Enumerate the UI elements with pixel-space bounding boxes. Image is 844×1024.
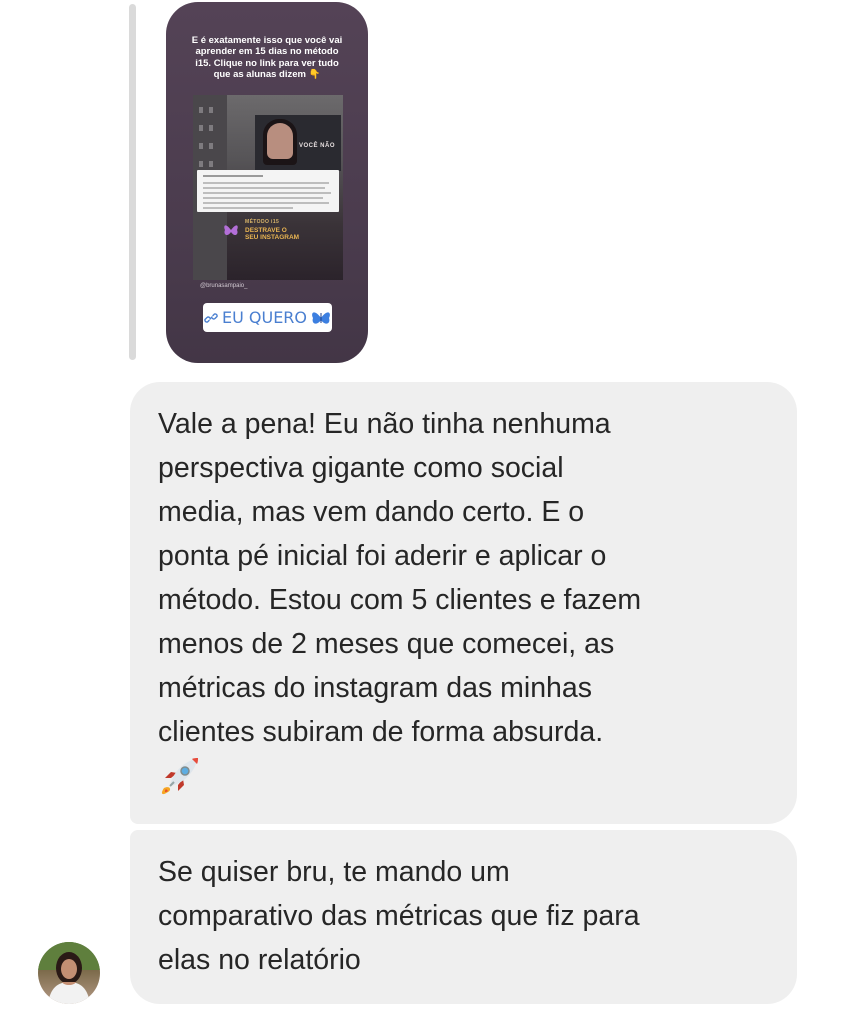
story-caption-line: que as alunas dizem 👇 (213, 69, 321, 81)
brand-small-text: MÉTODO i15 (245, 219, 280, 225)
rocket-emoji-icon (161, 758, 198, 795)
message-text-line: método. Estou com 5 clientes e fazem (158, 584, 642, 616)
message-text-line: media, mas vem dando certo. E o (158, 496, 585, 528)
message-text-line: Vale a pena! Eu não tinha nenhuma (158, 408, 611, 440)
link-sticker-label: EU QUERO (221, 308, 308, 327)
link-icon (204, 312, 218, 323)
brand-title: DESTRAVE O SEU INSTAGRAM (245, 227, 299, 241)
message-bubble[interactable]: Se quiser bru, te mando um comparativo d… (130, 830, 797, 1004)
butterfly-icon (312, 311, 330, 324)
brand-block: MÉTODO i15 DESTRAVE O SEU INSTAGRAM (223, 215, 333, 249)
story-caption-line: E é exatamente isso que você vai (191, 35, 343, 46)
butterfly-logo-icon (224, 225, 238, 236)
story-caption: E é exatamente isso que você vai aprende… (180, 35, 354, 81)
reply-indicator-bar (129, 4, 136, 360)
embedded-post-card (197, 170, 339, 212)
message-text-line: elas no relatório (158, 944, 361, 976)
brand-title-line: SEU INSTAGRAM (245, 234, 300, 241)
story-photo: VOCÊ NÃO MÉTODO i15 DESTRAVE O SEU INSTA… (193, 95, 343, 280)
story-reply-preview[interactable]: E é exatamente isso que você vai aprende… (166, 2, 368, 363)
message-text-line: menos de 2 meses que comecei, as (158, 628, 615, 660)
avatar-photo (38, 942, 100, 1004)
story-caption-line: i15. Clique no link para ver tudo (195, 57, 339, 69)
message-text-line: perspectiva gigante como social (158, 452, 564, 484)
message-text-line: Se quiser bru, te mando um (158, 856, 510, 888)
story-caption-line: aprender em 15 dias no método (195, 46, 339, 58)
sender-avatar[interactable] (38, 942, 100, 1004)
story-handle: @brunasampaio_ (200, 283, 248, 289)
brand-title-line: DESTRAVE O (245, 227, 287, 234)
message-text-line: comparativo das métricas que fiz para (158, 900, 640, 932)
billboard: VOCÊ NÃO (255, 115, 341, 171)
message-text-line: clientes subiram de forma absurda. (158, 716, 604, 748)
message-text-line: ponta pé inicial foi aderir e aplicar o (158, 540, 607, 572)
link-sticker[interactable]: EU QUERO (203, 303, 332, 332)
message-bubble[interactable]: Vale a pena! Eu não tinha nenhuma perspe… (130, 382, 797, 824)
message-text-line: métricas do instagram das minhas (158, 672, 593, 704)
billboard-text: VOCÊ NÃO (298, 143, 335, 149)
